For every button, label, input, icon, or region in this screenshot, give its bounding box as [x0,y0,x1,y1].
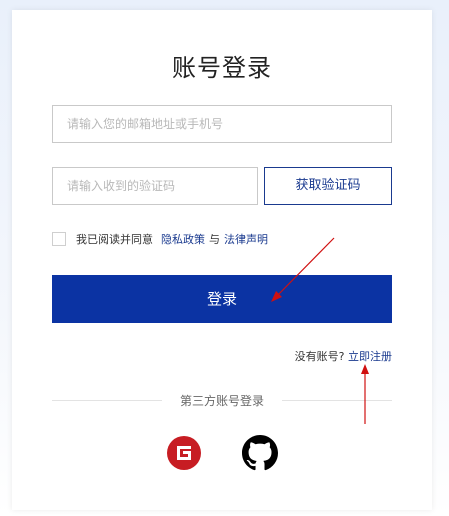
third-party-divider: 第三方账号登录 [52,390,392,410]
legal-notice-link[interactable]: 法律声明 [224,231,268,247]
register-prompt: 没有账号? [294,350,345,363]
register-row: 没有账号? 立即注册 [295,348,392,364]
email-or-phone-input[interactable] [52,105,392,143]
login-card [12,10,432,510]
agreement-and: 与 [209,233,220,246]
agreement-row: 我已阅读并同意 隐私政策 与 法律声明 [52,230,268,248]
agreement-prefix: 我已阅读并同意 [76,233,153,246]
github-icon[interactable] [242,435,278,471]
privacy-policy-link[interactable]: 隐私政策 [161,231,205,247]
verification-code-input[interactable] [52,167,258,205]
gitee-icon[interactable] [166,435,202,471]
register-link[interactable]: 立即注册 [348,350,392,363]
login-button[interactable]: 登录 [52,275,392,323]
get-code-button[interactable]: 获取验证码 [264,167,392,205]
divider-line-right [282,400,392,401]
page-title: 账号登录 [172,54,272,82]
agreement-checkbox[interactable] [52,232,66,246]
